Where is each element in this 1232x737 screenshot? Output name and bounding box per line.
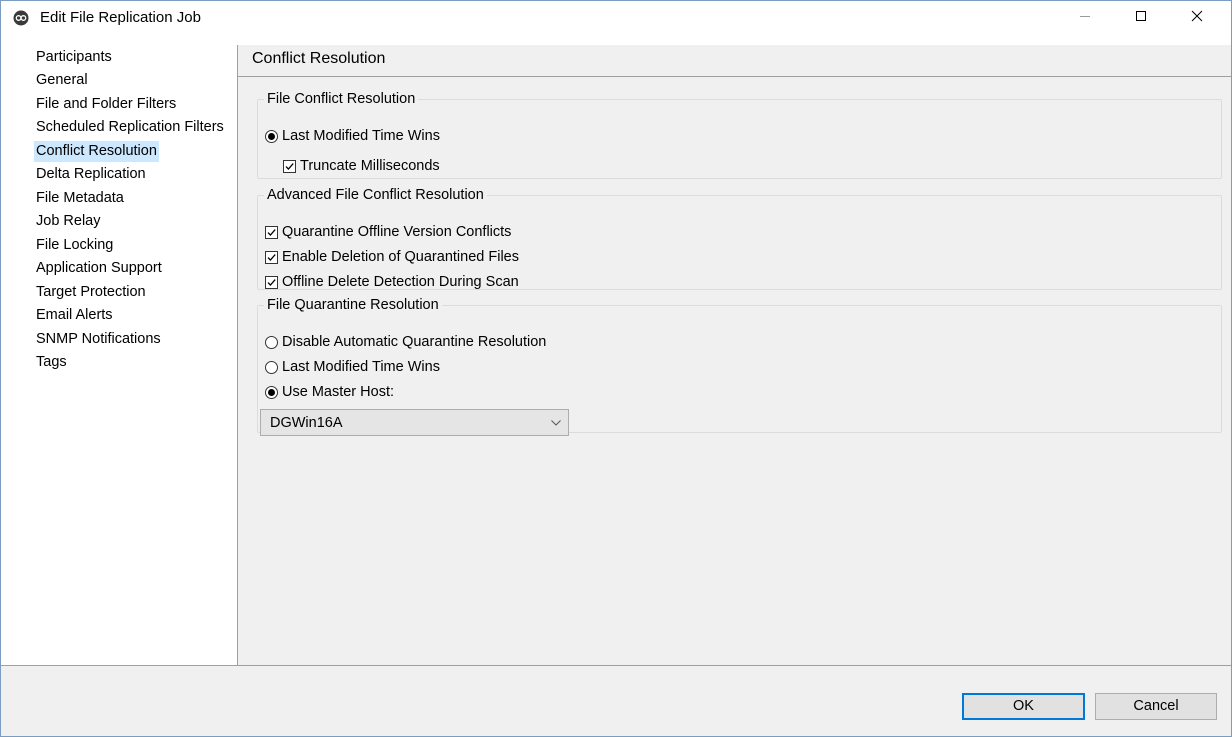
sidebar-item-delta-replication[interactable]: Delta Replication	[34, 164, 148, 185]
quarantine-last-modified-radio[interactable]: Last Modified Time Wins	[265, 357, 440, 377]
content-panel: Conflict Resolution File Conflict Resolu…	[238, 45, 1231, 665]
sidebar-item-tags[interactable]: Tags	[34, 352, 69, 373]
app-logo-icon	[13, 10, 29, 26]
sidebar-item-file-folder-filters[interactable]: File and Folder Filters	[34, 94, 178, 115]
sidebar-item-file-locking[interactable]: File Locking	[34, 235, 115, 256]
dialog-footer: OK Cancel	[1, 665, 1231, 736]
checkbox-label: Quarantine Offline Version Conflicts	[282, 224, 512, 240]
checkmark-icon	[267, 228, 276, 236]
page-title: Conflict Resolution	[252, 50, 386, 67]
file-conflict-resolution-group: File Conflict Resolution Last Modified T…	[257, 91, 1222, 179]
master-host-select[interactable]: DGWin16A	[260, 409, 569, 436]
title-bar: Edit File Replication Job	[1, 1, 1231, 35]
sidebar-item-file-metadata[interactable]: File Metadata	[34, 188, 126, 209]
close-button[interactable]	[1174, 1, 1220, 35]
minimize-button[interactable]	[1062, 1, 1108, 35]
checkbox-box	[265, 250, 278, 264]
window-title: Edit File Replication Job	[40, 9, 201, 26]
maximize-icon	[1135, 10, 1147, 26]
checkbox-box	[283, 159, 296, 173]
content-header: Conflict Resolution	[238, 45, 1231, 77]
truncate-milliseconds-checkbox[interactable]: Truncate Milliseconds	[283, 156, 440, 176]
master-host-value: DGWin16A	[270, 414, 343, 431]
sidebar-item-conflict-resolution[interactable]: Conflict Resolution	[34, 141, 159, 162]
use-master-host-radio[interactable]: Use Master Host:	[265, 382, 394, 402]
file-quarantine-resolution-group: File Quarantine Resolution Disable Autom…	[257, 297, 1222, 436]
radio-dot	[265, 129, 278, 143]
radio-label: Disable Automatic Quarantine Resolution	[282, 334, 547, 350]
sidebar-item-general[interactable]: General	[34, 70, 90, 91]
sidebar-item-email-alerts[interactable]: Email Alerts	[34, 305, 115, 326]
ok-button[interactable]: OK	[962, 693, 1085, 720]
checkbox-label: Truncate Milliseconds	[300, 158, 440, 174]
enable-deletion-quarantined-checkbox[interactable]: Enable Deletion of Quarantined Files	[265, 247, 519, 267]
edit-job-window: Edit File Replication Job Participants G…	[0, 0, 1232, 737]
sidebar-item-target-protection[interactable]: Target Protection	[34, 282, 148, 303]
advanced-conflict-resolution-group: Advanced File Conflict Resolution Quaran…	[257, 187, 1222, 290]
sidebar-item-participants[interactable]: Participants	[34, 47, 114, 68]
sidebar-item-snmp-notifications[interactable]: SNMP Notifications	[34, 329, 163, 350]
settings-sidebar: Participants General File and Folder Fil…	[1, 45, 238, 665]
checkbox-label: Enable Deletion of Quarantined Files	[282, 249, 519, 265]
radio-label: Last Modified Time Wins	[282, 128, 440, 144]
disable-auto-quarantine-radio[interactable]: Disable Automatic Quarantine Resolution	[265, 332, 546, 352]
radio-label: Last Modified Time Wins	[282, 359, 440, 375]
sidebar-item-job-relay[interactable]: Job Relay	[34, 211, 102, 232]
last-modified-time-wins-radio[interactable]: Last Modified Time Wins	[265, 126, 440, 146]
checkbox-label: Offline Delete Detection During Scan	[282, 274, 519, 290]
minimize-icon	[1079, 10, 1091, 26]
close-icon	[1191, 10, 1203, 26]
checkbox-box	[265, 225, 278, 239]
checkmark-icon	[267, 278, 276, 286]
radio-dot	[265, 360, 278, 374]
maximize-button[interactable]	[1118, 1, 1164, 35]
radio-label: Use Master Host:	[282, 384, 394, 400]
group-legend: Advanced File Conflict Resolution	[267, 187, 484, 203]
sidebar-item-scheduled-replication-filters[interactable]: Scheduled Replication Filters	[34, 117, 226, 138]
checkbox-box	[265, 275, 278, 289]
cancel-button[interactable]: Cancel	[1095, 693, 1217, 720]
offline-delete-detection-checkbox[interactable]: Offline Delete Detection During Scan	[265, 272, 519, 292]
radio-dot	[265, 385, 278, 399]
group-legend: File Conflict Resolution	[267, 91, 416, 107]
quarantine-offline-conflicts-checkbox[interactable]: Quarantine Offline Version Conflicts	[265, 222, 511, 242]
checkmark-icon	[285, 162, 294, 170]
radio-dot	[265, 335, 278, 349]
sidebar-item-application-support[interactable]: Application Support	[34, 258, 164, 279]
checkmark-icon	[267, 253, 276, 261]
group-legend: File Quarantine Resolution	[267, 297, 439, 313]
chevron-down-icon	[544, 419, 568, 426]
